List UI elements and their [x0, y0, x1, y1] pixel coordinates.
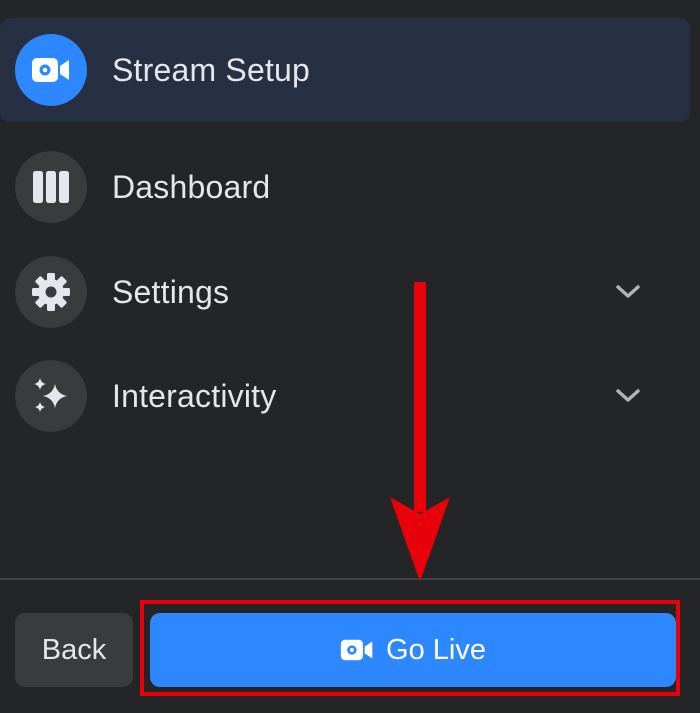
footer-divider	[0, 578, 700, 580]
go-live-button-label: Go Live	[386, 633, 486, 666]
sidebar-item-interactivity[interactable]: Interactivity	[0, 344, 690, 448]
columns-icon	[15, 151, 87, 223]
sparkle-icon	[15, 360, 87, 432]
chevron-down-icon[interactable]	[614, 278, 642, 306]
back-button-label: Back	[41, 633, 107, 666]
sidebar-item-label: Dashboard	[112, 168, 271, 205]
sidebar-item-dashboard[interactable]: Dashboard	[0, 135, 690, 239]
sidebar-item-settings[interactable]: Settings	[0, 240, 690, 344]
chevron-down-icon[interactable]	[614, 382, 642, 410]
sidebar-item-label: Settings	[112, 273, 230, 310]
sidebar-item-label: Stream Setup	[112, 51, 311, 88]
video-camera-icon	[340, 637, 374, 663]
video-camera-icon	[15, 34, 87, 106]
back-button[interactable]: Back	[15, 613, 133, 687]
sidebar-item-label: Interactivity	[112, 377, 277, 414]
annotation-arrow-icon	[390, 282, 450, 582]
gear-icon	[15, 256, 87, 328]
sidebar-item-stream-setup[interactable]: Stream Setup	[0, 18, 690, 122]
live-producer-panel: Stream Setup Dashboard Settings Interact…	[0, 0, 700, 713]
go-live-button[interactable]: Go Live	[150, 613, 676, 687]
